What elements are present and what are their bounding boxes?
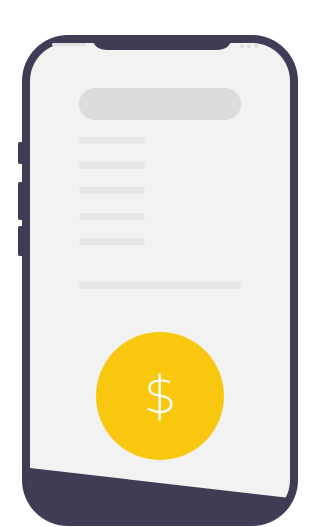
dollar-coin[interactable] — [96, 332, 224, 460]
left-status-placeholder — [52, 43, 86, 46]
list-line-placeholder-3 — [79, 187, 145, 194]
header-placeholder — [79, 88, 241, 120]
status-dot-3 — [254, 44, 258, 48]
phone-illustration: $ — [0, 0, 300, 527]
list-line-placeholder-4 — [79, 213, 145, 220]
status-dot-1 — [240, 44, 244, 48]
list-line-placeholder-5 — [79, 238, 145, 245]
wide-line-placeholder — [79, 282, 241, 289]
status-dot-2 — [247, 44, 251, 48]
list-line-placeholder-1 — [79, 137, 145, 144]
phone-notch — [92, 35, 232, 50]
phone-illustration-svg — [18, 35, 298, 526]
list-line-placeholder-2 — [79, 162, 145, 169]
